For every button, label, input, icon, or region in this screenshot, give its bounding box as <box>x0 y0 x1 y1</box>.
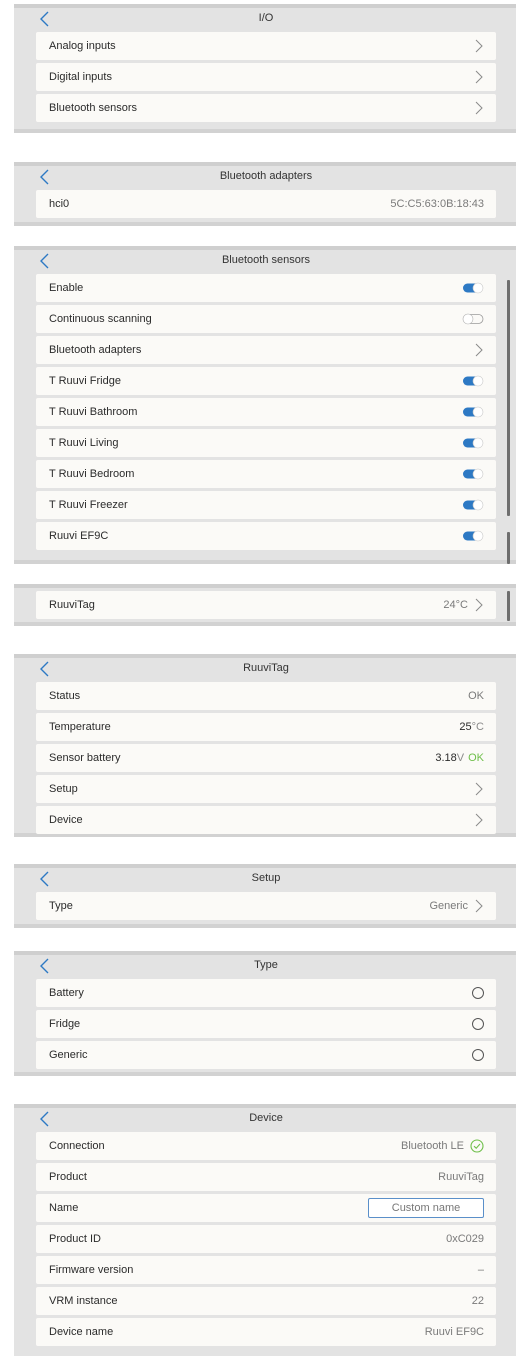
vrm-instance-row: VRM instance 22 <box>36 1287 496 1315</box>
page-title: RuuviTag <box>243 662 289 674</box>
sensor-row[interactable]: Continuous scanning <box>36 305 496 333</box>
ruuvitag-list-page: RuuviTag 24°C <box>14 584 516 626</box>
status-value: OK <box>468 690 484 702</box>
type-page: Type Battery Fridge Generic <box>14 951 516 1076</box>
sensor-row[interactable]: Enable <box>36 274 496 302</box>
chevron-right-icon <box>475 813 483 827</box>
sensor-row[interactable]: Bluetooth adapters <box>36 336 496 364</box>
device-page: Device Connection Bluetooth LE Product Ruu… <box>14 1104 516 1356</box>
chevron-right-icon <box>475 39 483 53</box>
temperature-row: Temperature 25 °C <box>36 713 496 741</box>
battery-unit: V <box>456 752 465 764</box>
adapter-row-hci0[interactable]: hci0 5C:C5:63:0B:18:43 <box>36 190 496 218</box>
type-option-fridge[interactable]: Fridge <box>36 1010 496 1038</box>
toggle-on-icon[interactable] <box>462 375 484 387</box>
setup-menu-item[interactable]: Setup <box>36 775 496 803</box>
device-menu-item[interactable]: Device <box>36 806 496 834</box>
chevron-right-icon <box>475 598 483 612</box>
radio-button[interactable] <box>472 1049 484 1061</box>
chevron-right-icon <box>475 70 483 84</box>
type-option-battery[interactable]: Battery <box>36 979 496 1007</box>
io-page: I/O Analog inputs Digital inputs Bluetoo… <box>14 4 516 133</box>
sensor-row[interactable]: T Ruuvi Freezer <box>36 491 496 519</box>
setup-page: Setup Type Generic <box>14 864 516 928</box>
ruuvitag-temp: 24°C <box>443 599 468 611</box>
product-id-value: 0xC029 <box>446 1233 484 1245</box>
page-title: Bluetooth sensors <box>221 254 311 266</box>
ruuvitag-page: RuuviTag Status OK Temperature 25 °C Sensor… <box>14 654 516 837</box>
chevron-right-icon <box>475 101 483 115</box>
connection-row: Connection Bluetooth LE <box>36 1132 496 1160</box>
sensor-row[interactable]: Ruuvi EF9C <box>36 522 496 550</box>
type-option-generic[interactable]: Generic <box>36 1041 496 1069</box>
product-id-row: Product ID 0xC029 <box>36 1225 496 1253</box>
chevron-right-icon <box>475 343 483 357</box>
custom-name-field[interactable]: Custom name <box>368 1198 484 1218</box>
radio-button[interactable] <box>472 1018 484 1030</box>
adapter-mac: 5C:C5:63:0B:18:43 <box>390 198 484 210</box>
check-circle-icon <box>470 1139 484 1153</box>
product-value: RuuviTag <box>438 1171 484 1183</box>
toggle-on-icon[interactable] <box>462 499 484 511</box>
toggle-on-icon[interactable] <box>462 437 484 449</box>
vrm-instance-value: 22 <box>471 1295 484 1307</box>
firmware-value: – <box>477 1264 484 1276</box>
page-title: I/O <box>258 12 274 24</box>
io-header: I/O <box>14 8 516 32</box>
toggle-on-icon[interactable] <box>462 530 484 542</box>
sensor-row[interactable]: T Ruuvi Bathroom <box>36 398 496 426</box>
type-header: Type <box>14 955 516 979</box>
page-title: Setup <box>251 872 281 884</box>
status-row: Status OK <box>36 682 496 710</box>
scrollbar[interactable] <box>507 591 510 621</box>
firmware-row: Firmware version – <box>36 1256 496 1284</box>
type-menu-item[interactable]: Type Generic <box>36 892 496 920</box>
bluetooth-adapters-page: Bluetooth adapters hci0 5C:C5:63:0B:18:43 <box>14 162 516 226</box>
toggle-on-icon[interactable] <box>462 406 484 418</box>
battery-status: OK <box>468 752 484 764</box>
toggle-on-icon[interactable] <box>462 282 484 294</box>
battery-value: 3.18 <box>435 752 457 764</box>
sensors-header: Bluetooth sensors <box>14 250 516 274</box>
page-title: Device <box>249 1112 283 1124</box>
temperature-unit: °C <box>471 721 484 733</box>
device-header: Device <box>14 1108 516 1132</box>
connection-value: Bluetooth LE <box>401 1140 464 1152</box>
ruuvitag-header: RuuviTag <box>14 658 516 682</box>
adapters-header: Bluetooth adapters <box>14 166 516 190</box>
sensor-row[interactable]: T Ruuvi Bedroom <box>36 460 496 488</box>
radio-button[interactable] <box>472 987 484 999</box>
product-row: Product RuuviTag <box>36 1163 496 1191</box>
type-value: Generic <box>429 900 468 912</box>
chevron-right-icon <box>475 899 483 913</box>
toggle-off-icon[interactable] <box>462 313 484 325</box>
menu-item-digital-inputs[interactable]: Digital inputs <box>36 63 496 91</box>
toggle-on-icon[interactable] <box>462 468 484 480</box>
device-name-row[interactable]: Device name Ruuvi EF9C <box>36 1318 496 1346</box>
sensor-battery-row: Sensor battery 3.18 V OK <box>36 744 496 772</box>
scrollbar-end <box>507 532 510 564</box>
menu-item-bluetooth-sensors[interactable]: Bluetooth sensors <box>36 94 496 122</box>
device-name-value: Ruuvi EF9C <box>424 1326 484 1338</box>
scrollbar[interactable] <box>507 280 510 516</box>
temperature-value: 25 <box>459 721 472 733</box>
ruuvitag-list-item[interactable]: RuuviTag 24°C <box>36 591 496 619</box>
bluetooth-sensors-page: Bluetooth sensors Enable Continuous scann… <box>14 246 516 564</box>
page-title: Bluetooth adapters <box>219 170 313 182</box>
name-row: Name Custom name <box>36 1194 496 1222</box>
chevron-right-icon <box>475 782 483 796</box>
sensor-row[interactable]: T Ruuvi Fridge <box>36 367 496 395</box>
menu-item-analog-inputs[interactable]: Analog inputs <box>36 32 496 60</box>
page-title: Type <box>254 959 278 971</box>
setup-header: Setup <box>14 868 516 892</box>
sensor-row[interactable]: T Ruuvi Living <box>36 429 496 457</box>
